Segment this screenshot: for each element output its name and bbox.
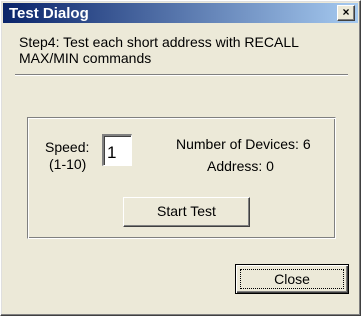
number-of-devices-text: Number of Devices: 6 [176, 136, 311, 152]
test-dialog-window: Test Dialog × Step4: Test each short add… [0, 0, 361, 316]
title-bar[interactable]: Test Dialog × [3, 3, 358, 23]
title-close-button[interactable]: × [337, 5, 355, 21]
close-icon: × [342, 5, 350, 19]
speed-range-label: (1-10) [49, 156, 87, 172]
speed-input[interactable] [102, 134, 132, 166]
step-instruction: Step4: Test each short address with RECA… [19, 34, 299, 66]
window-title: Test Dialog [9, 5, 89, 22]
close-button-label: Close [274, 271, 310, 287]
separator [15, 74, 348, 76]
close-button[interactable]: Close [235, 264, 349, 294]
start-test-button[interactable]: Start Test [123, 197, 250, 227]
address-text: Address: 0 [207, 158, 274, 174]
speed-label: Speed: [45, 139, 90, 155]
